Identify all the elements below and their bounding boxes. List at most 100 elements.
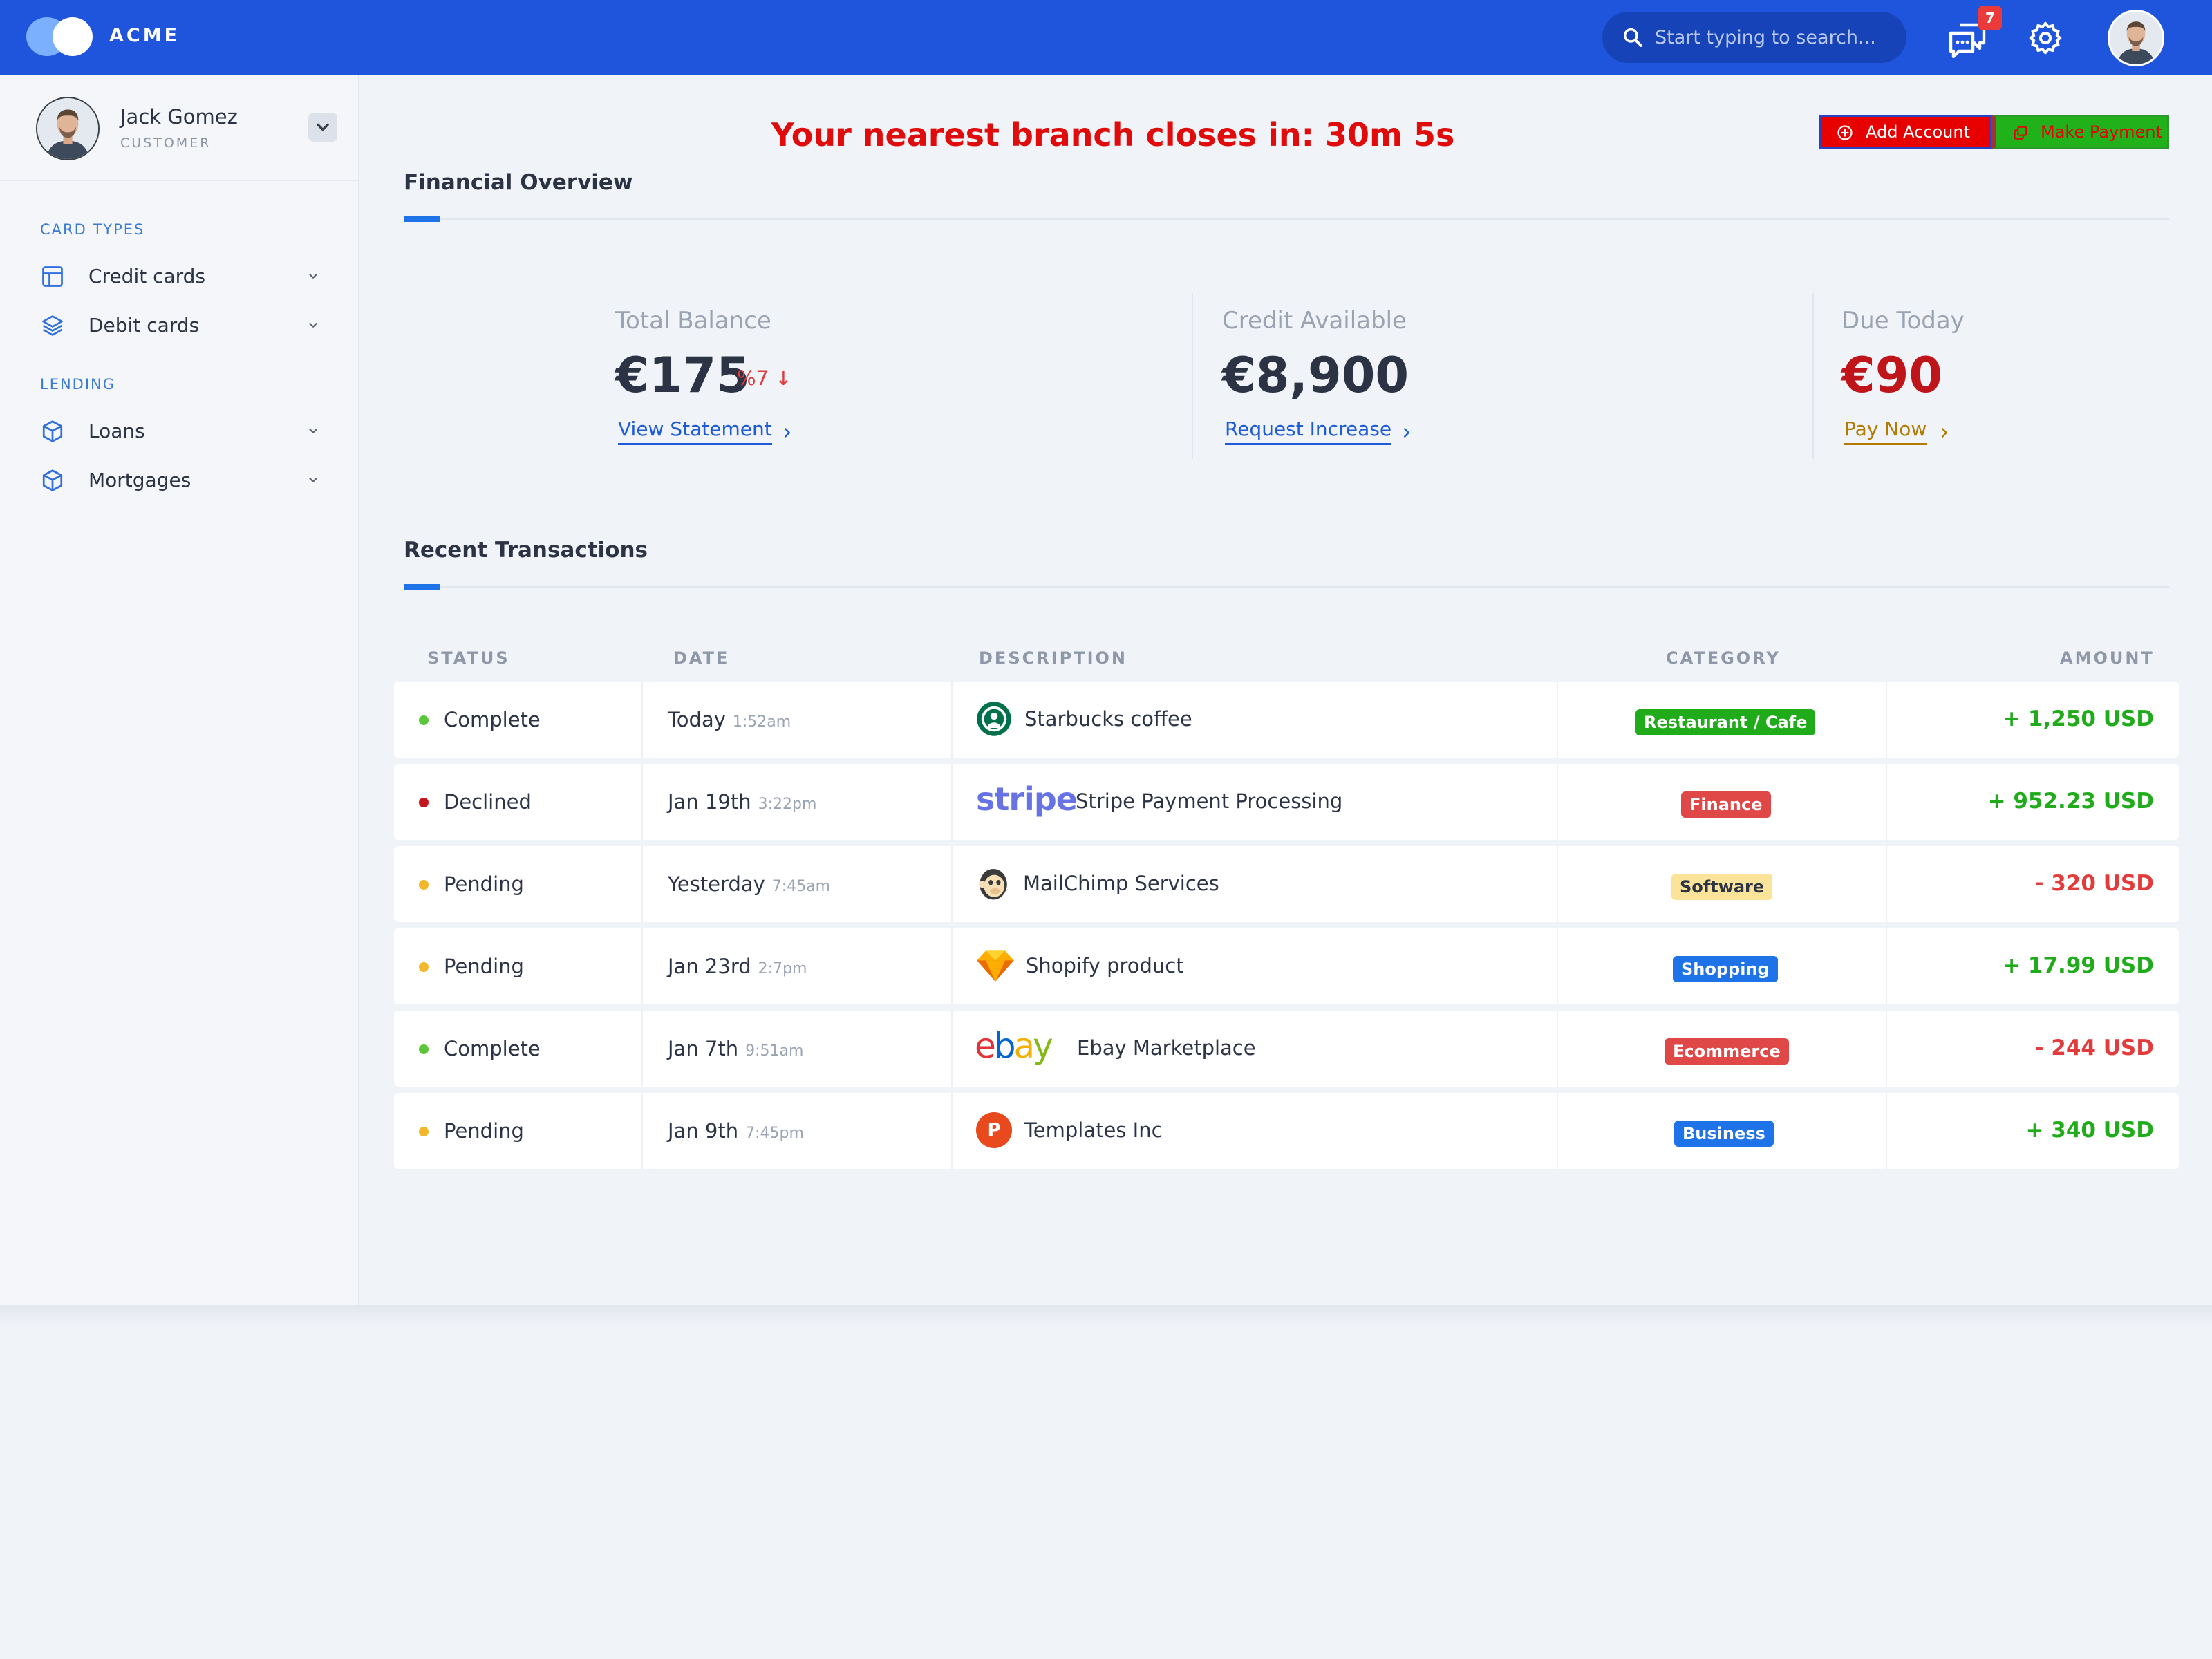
cell-divider: [951, 928, 953, 1004]
total-balance-label: Total Balance: [615, 307, 771, 335]
sidebar-item-loans[interactable]: Loans: [40, 411, 324, 451]
cell-divider: [951, 682, 953, 758]
sidebar-item-label: Credit cards: [88, 265, 206, 288]
pay-now-link[interactable]: Pay Now: [1844, 418, 1927, 445]
column-header-category[interactable]: CATEGORY: [1666, 648, 1781, 668]
column-header-date[interactable]: DATE: [673, 648, 729, 668]
cell-divider: [1557, 764, 1558, 840]
search-box[interactable]: [1602, 12, 1906, 63]
notification-badge: 7: [1978, 6, 2002, 30]
add-account-button[interactable]: Add Account: [1819, 115, 1991, 149]
header-avatar[interactable]: [2108, 10, 2164, 66]
category-badge: Finance: [1681, 791, 1771, 818]
chevron-down-icon[interactable]: [306, 423, 321, 438]
nav-section-lending: LENDING: [40, 376, 116, 393]
user-avatar[interactable]: [36, 97, 100, 160]
arrow-down-icon: ↓: [775, 366, 792, 390]
cell-divider: [951, 1093, 953, 1169]
date-text: Jan 19th: [668, 790, 751, 814]
search-icon: [1623, 28, 1642, 47]
transaction-date: Jan 7th 9:51am: [668, 1037, 803, 1060]
table-row[interactable]: Complete Jan 7th 9:51am ebay Ebay Marketp…: [394, 1011, 2179, 1087]
user-role: CUSTOMER: [120, 135, 212, 151]
cell-divider: [641, 846, 643, 922]
chevron-right-icon[interactable]: [1937, 425, 1952, 440]
transaction-amount: - 244 USD: [2034, 1035, 2154, 1060]
mailchimp-logo: [978, 868, 1007, 900]
table-row[interactable]: Pending Jan 23rd 2:7pm Shopify product Sh…: [394, 928, 2179, 1004]
gear-icon[interactable]: [2028, 21, 2063, 55]
make-payment-button[interactable]: Make Payment: [1991, 115, 2169, 149]
user-profile-card[interactable]: Jack Gomez CUSTOMER: [0, 75, 358, 181]
column-header-status[interactable]: STATUS: [427, 648, 510, 668]
acme-logo-right-circle: [53, 17, 93, 56]
request-increase-link[interactable]: Request Increase: [1225, 418, 1392, 445]
table-row[interactable]: Complete Today 1:52am Starbucks coffee Re…: [394, 682, 2179, 758]
chevron-down-icon[interactable]: [306, 317, 321, 332]
transaction-amount: + 952.23 USD: [1987, 789, 2154, 814]
merchant-name: Ebay Marketplace: [1077, 1036, 1256, 1060]
stripe-logo: stripe: [976, 780, 1078, 818]
status-text: Pending: [444, 955, 524, 978]
table-row[interactable]: Pending Yesterday 7:45am MailChimp Servic…: [394, 846, 2179, 922]
cell-divider: [951, 1011, 953, 1087]
financial-overview-title: Financial Overview: [404, 170, 633, 195]
cell-divider: [641, 682, 643, 758]
credit-card-icon: [42, 266, 63, 287]
balance-change-value: %7: [737, 366, 769, 390]
status-dot: [419, 715, 429, 725]
sidebar-item-credit-cards[interactable]: Credit cards: [40, 256, 324, 296]
merchant-name: Starbucks coffee: [1024, 707, 1192, 731]
view-statement-link[interactable]: View Statement: [618, 418, 772, 445]
transaction-date: Jan 19th 3:22pm: [668, 790, 816, 814]
cell-divider: [1886, 928, 1887, 1004]
cell-divider: [1886, 1093, 1887, 1169]
chevron-right-icon[interactable]: [780, 425, 795, 440]
sidebar-item-label: Mortgages: [88, 469, 191, 491]
category-badge: Ecommerce: [1665, 1038, 1789, 1065]
status-text: Declined: [444, 790, 532, 814]
cell-divider: [641, 928, 643, 1004]
starbucks-logo: [977, 702, 1011, 736]
time-text: 7:45pm: [745, 1125, 804, 1142]
cell-divider: [1557, 682, 1558, 758]
cell-divider: [951, 846, 953, 922]
status-text: Complete: [444, 708, 541, 731]
chevron-down-icon[interactable]: [306, 472, 321, 487]
status-dot: [419, 798, 429, 807]
chevron-right-icon[interactable]: [1399, 425, 1414, 440]
total-balance-value: €175: [615, 347, 750, 404]
cell-divider: [1557, 1011, 1558, 1087]
user-menu-toggle[interactable]: [308, 113, 337, 142]
table-row[interactable]: Declined Jan 19th 3:22pm stripe Stripe Pa…: [394, 764, 2179, 840]
time-text: 2:7pm: [758, 960, 807, 977]
page-bottom-shadow: [0, 1305, 2212, 1326]
due-today-label: Due Today: [1841, 307, 1965, 335]
transaction-date: Yesterday 7:45am: [668, 872, 830, 896]
transaction-amount: - 320 USD: [2034, 871, 2154, 896]
plus-circle-icon: [1837, 125, 1853, 140]
status-dot: [419, 1127, 429, 1136]
category-badge: Business: [1674, 1121, 1774, 1147]
layers-icon: [42, 315, 63, 336]
sidebar-item-debit-cards[interactable]: Debit cards: [40, 305, 324, 345]
merchant-name: Templates Inc: [1024, 1118, 1163, 1142]
credit-available-value: €8,900: [1222, 347, 1409, 404]
status-dot: [419, 1044, 429, 1054]
transaction-date: Jan 9th 7:45pm: [668, 1119, 804, 1143]
category-badge: Shopping: [1673, 956, 1778, 982]
search-input[interactable]: [1655, 19, 1890, 56]
column-header-description[interactable]: DESCRIPTION: [979, 648, 1127, 668]
box-icon: [42, 469, 63, 491]
add-account-label: Add Account: [1866, 122, 1970, 142]
table-row[interactable]: Pending Jan 9th 7:45pm P Templates Inc Bu…: [394, 1093, 2179, 1169]
sidebar-item-label: Debit cards: [88, 314, 200, 337]
stat-divider: [1812, 293, 1814, 459]
chevron-down-icon[interactable]: [306, 268, 321, 283]
transactions-tab-indicator: [404, 584, 440, 590]
column-header-amount[interactable]: AMOUNT: [2060, 648, 2155, 668]
cell-divider: [951, 764, 953, 840]
sidebar-item-mortgages[interactable]: Mortgages: [40, 460, 324, 500]
brand-name[interactable]: ACME: [109, 25, 180, 46]
branch-closing-timer: Your nearest branch closes in: 30m 5s: [771, 116, 1455, 153]
